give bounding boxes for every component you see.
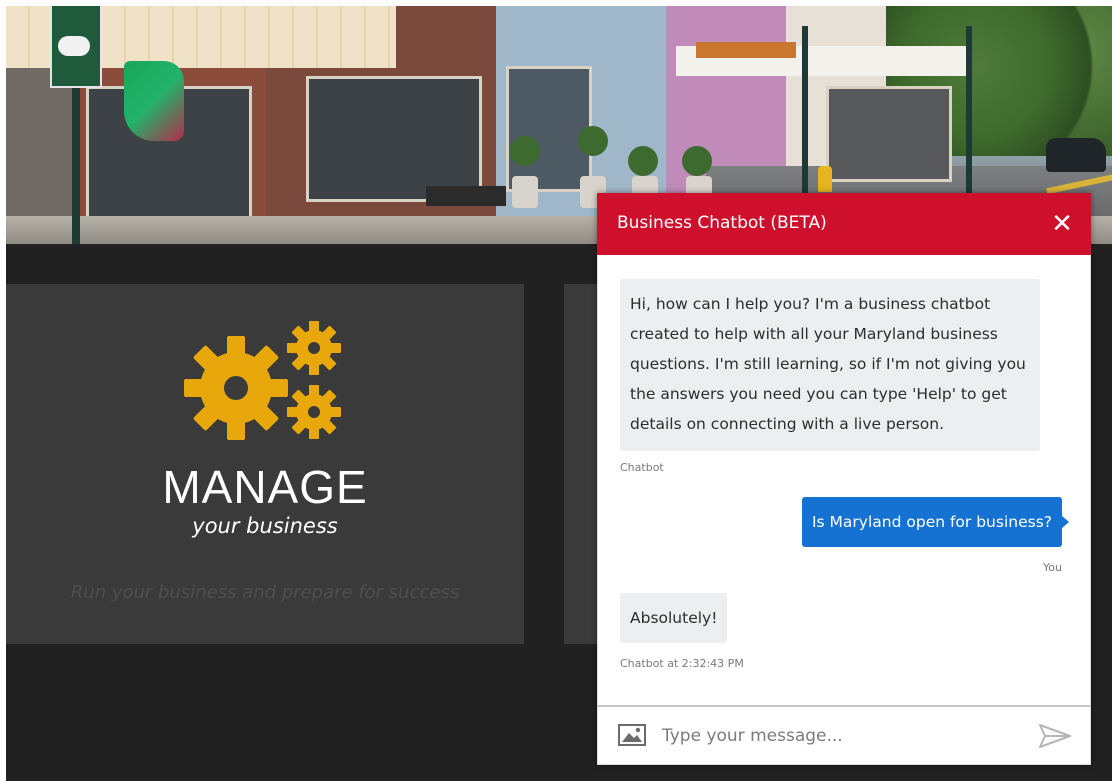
chat-messages: Hi, how can I help you? I'm a business c… bbox=[597, 255, 1091, 705]
chat-header: Business Chatbot (BETA) ✕ bbox=[597, 193, 1091, 255]
message-meta: Chatbot bbox=[620, 461, 664, 474]
bot-message: Absolutely! bbox=[620, 593, 728, 643]
card-title: MANAGE bbox=[162, 461, 368, 513]
card-subtitle: your business bbox=[192, 514, 338, 538]
close-icon[interactable]: ✕ bbox=[1045, 207, 1079, 241]
manage-business-card[interactable]: MANAGE your business Run your business a… bbox=[6, 284, 524, 644]
hero-shrub bbox=[578, 126, 608, 156]
hero-flag bbox=[124, 61, 184, 141]
hero-hydrant bbox=[818, 166, 832, 192]
wifi-sign-icon bbox=[58, 36, 90, 56]
message-meta: You bbox=[1043, 561, 1062, 574]
hero-shrub bbox=[682, 146, 712, 176]
hero-bench bbox=[426, 186, 506, 206]
chatbot-widget: Business Chatbot (BETA) ✕ Hi, how can I … bbox=[597, 193, 1091, 765]
user-message: Is Maryland open for business? bbox=[801, 497, 1070, 547]
hero-planter bbox=[512, 176, 538, 208]
send-icon[interactable] bbox=[1038, 723, 1072, 749]
hero-awning bbox=[696, 42, 796, 58]
hero-lamppost bbox=[966, 26, 972, 196]
hero-window bbox=[306, 76, 482, 202]
message-meta: Chatbot at 2:32:43 PM bbox=[620, 657, 744, 670]
chat-input-bar bbox=[597, 705, 1091, 765]
message-input[interactable] bbox=[660, 719, 1024, 753]
hero-window bbox=[826, 86, 952, 182]
hero-window bbox=[506, 66, 592, 192]
hero-street-sign bbox=[50, 6, 102, 88]
hero-car bbox=[1046, 138, 1106, 172]
bot-message: Hi, how can I help you? I'm a business c… bbox=[620, 279, 1040, 451]
hero-lamppost bbox=[802, 26, 808, 196]
gears-icon bbox=[184, 321, 341, 440]
image-icon[interactable] bbox=[618, 723, 646, 747]
hero-shrub bbox=[628, 146, 658, 176]
card-tagline: Run your business and prepare for succes… bbox=[70, 582, 460, 603]
chat-title: Business Chatbot (BETA) bbox=[617, 213, 827, 233]
hero-shrub bbox=[510, 136, 540, 166]
